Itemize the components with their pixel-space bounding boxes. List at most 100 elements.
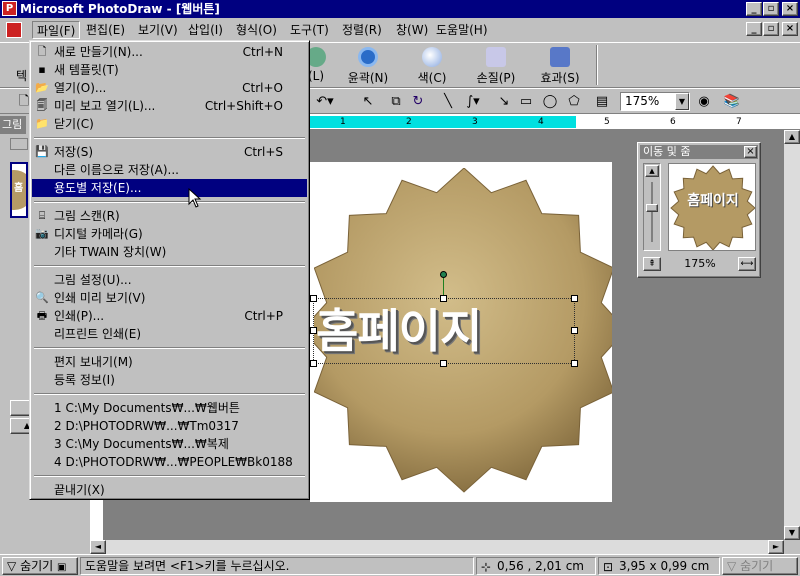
new-icon: 🗋 [37, 45, 47, 58]
doc-minimize-button[interactable]: _ [746, 22, 762, 36]
hide-right-button[interactable]: ▽ 숨기기 [722, 557, 798, 575]
resize-handle[interactable] [571, 327, 578, 334]
zoom-slider-thumb[interactable] [646, 204, 658, 212]
books-icon[interactable]: 📚 [722, 92, 742, 112]
file-menu-item[interactable]: 🗋 새로 만들기(N)... Ctrl+N [32, 43, 307, 61]
navigator-thumbnail[interactable]: 홈페이지 [668, 163, 756, 251]
menu-item-label: 3 C:\My Documents₩...₩복제 [54, 437, 229, 451]
menu-view[interactable]: 보기(V) [134, 21, 182, 39]
menu-edit[interactable]: 편집(E) [82, 21, 129, 39]
file-menu-item[interactable]: 그림 설정(U)... [32, 271, 307, 289]
fit-width-button[interactable]: ⟷ [738, 257, 756, 271]
file-menu-item[interactable]: 🔍 인쇄 미리 보기(V) [32, 289, 307, 307]
file-menu-item[interactable]: 📷 디지털 카메라(G) [32, 225, 307, 243]
resize-handle[interactable] [571, 295, 578, 302]
menu-format[interactable]: 형식(O) [232, 21, 281, 39]
zoom-in-button[interactable]: ⇞ [643, 257, 661, 271]
effects-button[interactable]: 효과(S) [530, 45, 590, 85]
scroll-down-arrow[interactable]: ▼ [784, 526, 800, 540]
menu-insert[interactable]: 삽입(I) [184, 21, 227, 39]
text-icon[interactable]: ▤ [592, 92, 612, 112]
doc-restore-button[interactable]: ▫ [763, 22, 779, 36]
zoom-select[interactable]: 175% ▼ [620, 92, 690, 111]
title-bar: P Microsoft PhotoDraw - [웹버튼] _ ▫ × [0, 0, 800, 18]
file-menu-item[interactable]: 4 D:\PHOTODRW₩...₩PEOPLE₩Bk0188 [32, 453, 307, 471]
document-icon[interactable] [6, 22, 22, 38]
file-menu-item[interactable]: ⌸ 그림 스캔(R) [32, 207, 307, 225]
file-menu-item[interactable]: 📂 열기(O)... Ctrl+O [32, 79, 307, 97]
menu-item-label: 1 C:\My Documents₩...₩웹버튼 [54, 401, 240, 415]
headline-text[interactable]: 홈페이지 [316, 298, 574, 364]
file-menu-item[interactable]: 1 C:\My Documents₩...₩웹버튼 [32, 399, 307, 417]
group-icon[interactable]: ⧉ [386, 92, 406, 112]
arrow-line-icon[interactable]: ↘ [494, 92, 514, 112]
chevron-down-icon[interactable]: ▼ [675, 93, 689, 110]
menu-help[interactable]: 도움말(H) [432, 21, 492, 39]
file-menu-item[interactable]: 용도별 저장(E)... [32, 179, 307, 197]
line-icon[interactable]: ╲ [438, 92, 458, 112]
maximize-button[interactable]: ▫ [763, 2, 779, 16]
resize-handle[interactable] [310, 360, 317, 367]
menu-tools[interactable]: 도구(T) [286, 21, 333, 39]
file-menu-item[interactable]: 등록 정보(I) [32, 371, 307, 389]
list-scroll-up[interactable] [10, 138, 28, 150]
photodraw-icon[interactable]: P [2, 1, 17, 16]
color-button[interactable]: 색(C) [402, 45, 462, 85]
file-menu-item[interactable]: 3 C:\My Documents₩...₩복제 [32, 435, 307, 453]
file-menu-item[interactable]: 🖶 인쇄(P)... Ctrl+P [32, 307, 307, 325]
picture-list-tab[interactable]: 그림 [0, 116, 26, 134]
chevron-down-icon: ▽ [727, 559, 737, 573]
zoom-fit-icon[interactable]: ◉ [694, 92, 714, 112]
menu-window[interactable]: 창(W) [392, 21, 432, 39]
resize-handle[interactable] [440, 360, 447, 367]
ellipse-icon[interactable]: ◯ [540, 92, 560, 112]
resize-handle[interactable] [310, 295, 317, 302]
scroll-up-arrow[interactable]: ▲ [784, 130, 800, 144]
file-menu-item[interactable]: 📁 닫기(C) [32, 115, 307, 133]
file-menu-item[interactable]: 💾 저장(S) Ctrl+S [32, 143, 307, 161]
undo-arrow-icon[interactable]: ↶▾ [312, 92, 338, 112]
menu-item-shortcut: Ctrl+O [242, 81, 283, 95]
file-menu-item[interactable]: 끝내기(X) [32, 481, 307, 499]
resize-handle[interactable] [571, 360, 578, 367]
hide-left-button[interactable]: ▽ 숨기기 ▣ [2, 557, 78, 575]
scroll-right-arrow[interactable]: ► [768, 540, 784, 554]
close-icon[interactable]: × [744, 146, 757, 158]
doc-close-button[interactable]: × [782, 22, 798, 36]
menu-separator [34, 475, 305, 477]
file-menu-item[interactable]: 다른 이름으로 저장(A)... [32, 161, 307, 179]
file-menu-item[interactable]: 리프린트 인쇄(E) [32, 325, 307, 343]
menu-file[interactable]: 파일(F) [32, 21, 81, 39]
scroll-left-arrow[interactable]: ◄ [90, 540, 106, 554]
rotation-handle[interactable] [440, 271, 447, 278]
menu-item-label: 2 D:\PHOTODRW₩...₩Tm0317 [54, 419, 239, 433]
save-icon: 💾 [35, 145, 49, 158]
minimize-button[interactable]: _ [746, 2, 762, 16]
pointer-icon[interactable]: ↖ [358, 92, 378, 112]
horizontal-scrollbar[interactable]: ◄ ► [90, 540, 784, 554]
toolbar-partial-label: 텍 [16, 69, 28, 83]
file-menu-item[interactable]: 🗐 미리 보고 열기(L)... Ctrl+Shift+O [32, 97, 307, 115]
rectangle-icon[interactable]: ▭ [516, 92, 536, 112]
picture-thumbnail[interactable]: 홈 [10, 162, 28, 218]
rotate-icon[interactable]: ↻ [408, 92, 428, 112]
shape-icon[interactable]: ⬠ [564, 92, 584, 112]
ruler-tick: 2 [406, 117, 412, 127]
file-menu-item[interactable]: 편지 보내기(M) [32, 353, 307, 371]
resize-handle[interactable] [440, 295, 447, 302]
vertical-scrollbar[interactable]: ▲ ▼ [784, 130, 800, 540]
curve-icon[interactable]: ∫▾ [460, 92, 486, 112]
outline-button[interactable]: 윤곽(N) [338, 45, 398, 85]
close-button[interactable]: × [782, 2, 798, 16]
resize-handle[interactable] [310, 327, 317, 334]
menu-arrange[interactable]: 정렬(R) [338, 21, 386, 39]
touchup-button[interactable]: 손질(P) [466, 45, 526, 85]
pan-zoom-title: 이동 및 줌 [640, 145, 758, 159]
picture-list-panel: 그림 홈 [0, 114, 28, 554]
zoom-slider[interactable]: ▲ [643, 163, 661, 251]
zoom-up-arrow[interactable]: ▲ [645, 165, 659, 177]
file-menu-item[interactable]: ▪ 새 템플릿(T) [32, 61, 307, 79]
file-menu-item[interactable]: 2 D:\PHOTODRW₩...₩Tm0317 [32, 417, 307, 435]
file-menu-item[interactable]: 기타 TWAIN 장치(W) [32, 243, 307, 261]
scanner-icon: ⌸ [38, 209, 46, 222]
